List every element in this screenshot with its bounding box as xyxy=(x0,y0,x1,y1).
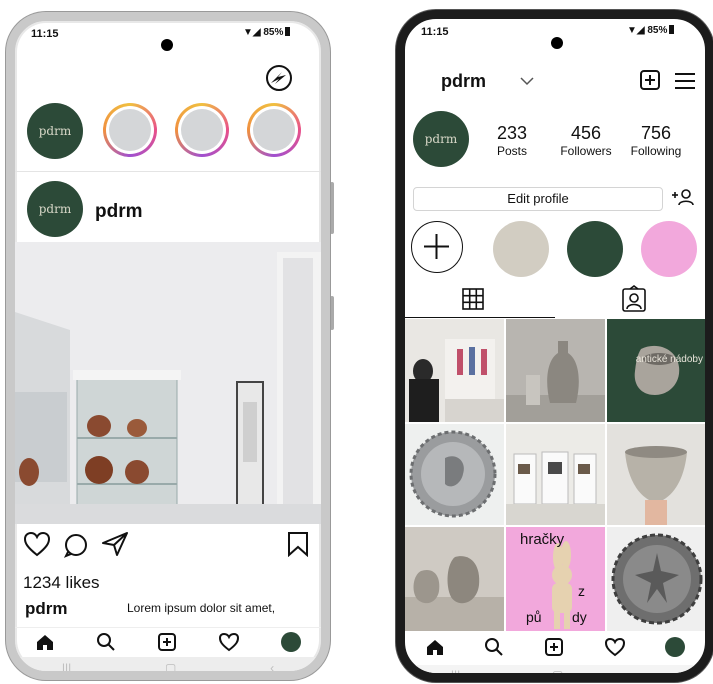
tab-underline xyxy=(405,317,555,318)
profile-avatar[interactable] xyxy=(665,637,686,657)
battery-icon xyxy=(669,25,675,34)
grid-post-8-title: hračky xyxy=(520,531,565,548)
post-image[interactable] xyxy=(15,242,321,524)
posts-label: Posts xyxy=(496,144,527,158)
status-time: 11:15 xyxy=(421,26,449,38)
profile-avatar[interactable] xyxy=(280,632,301,652)
new-highlight-button[interactable] xyxy=(411,221,463,273)
status-indicators: ▼◢ 85% xyxy=(243,27,291,38)
posts-count: 233 xyxy=(496,123,528,143)
story-avatar-own[interactable]: pdrm xyxy=(27,103,83,159)
front-camera xyxy=(161,39,173,51)
recent-apps-icon[interactable]: ||| xyxy=(62,661,71,671)
status-time: 11:15 xyxy=(31,28,59,40)
battery-percent: 85% xyxy=(647,25,668,36)
grid-post-5[interactable] xyxy=(506,424,605,525)
caption-text: Lorem ipsum dolor sit amet, xyxy=(127,601,276,615)
avatar-logo-text: pdrm xyxy=(38,202,72,216)
battery-icon xyxy=(285,27,291,36)
system-nav-bar: ||| ▢ ‹ xyxy=(15,657,321,671)
story-3[interactable] xyxy=(247,103,301,157)
following-stat[interactable]: 756 Following xyxy=(623,123,689,158)
volume-button xyxy=(330,182,334,234)
wifi-icon: ▼◢ xyxy=(627,25,645,36)
story-2[interactable] xyxy=(175,103,229,157)
add-post-icon[interactable] xyxy=(157,632,177,652)
grid-post-6[interactable] xyxy=(607,424,705,525)
avatar-logo-text: pdrm xyxy=(38,124,72,138)
home-button-icon[interactable]: ▢ xyxy=(552,668,563,673)
bookmark-icon[interactable] xyxy=(287,531,309,557)
home-icon[interactable] xyxy=(35,632,55,652)
system-nav-bar: ||| ▢ ‹ xyxy=(405,665,705,673)
bottom-nav xyxy=(15,627,321,656)
grid-post-7[interactable] xyxy=(405,527,504,631)
following-label: Following xyxy=(630,144,682,158)
search-icon[interactable] xyxy=(96,632,116,652)
add-post-icon[interactable] xyxy=(544,637,564,657)
status-indicators: ▼◢ 85% xyxy=(627,25,675,36)
avatar-logo-text: pdrm xyxy=(424,132,458,146)
grid-tab-icon[interactable] xyxy=(461,287,485,311)
recent-apps-icon[interactable]: ||| xyxy=(451,668,460,673)
divider xyxy=(15,171,321,172)
grid-post-1[interactable] xyxy=(405,319,504,422)
photo-grid: antické nádoby hračky z pů dy xyxy=(405,319,705,631)
grid-post-3-text: antické nádoby xyxy=(635,354,703,365)
profile-avatar-large[interactable]: pdrm xyxy=(413,111,469,167)
highlight-2[interactable] xyxy=(567,221,623,277)
search-icon[interactable] xyxy=(484,637,504,657)
right-phone: 11:15 ▼◢ 85% pdrm pdrm 233 Posts 456 Fol… xyxy=(396,10,713,682)
heart-icon[interactable] xyxy=(218,632,240,652)
battery-percent: 85% xyxy=(263,27,284,38)
followers-stat[interactable]: 456 Followers xyxy=(551,123,621,158)
grid-post-8[interactable]: hračky z pů dy xyxy=(506,527,605,631)
new-post-icon[interactable] xyxy=(639,69,661,91)
share-icon[interactable] xyxy=(101,531,129,557)
caption-username[interactable]: pdrm xyxy=(25,599,68,619)
like-heart-icon[interactable] xyxy=(23,531,51,557)
add-friend-icon[interactable] xyxy=(671,187,697,209)
back-icon[interactable]: ‹ xyxy=(270,661,274,671)
followers-label: Followers xyxy=(560,144,612,158)
home-button-icon[interactable]: ▢ xyxy=(165,661,176,671)
power-button xyxy=(330,296,334,330)
comment-icon[interactable] xyxy=(63,532,89,558)
chevron-down-icon[interactable] xyxy=(519,75,535,87)
messenger-icon[interactable] xyxy=(264,63,294,93)
grid-post-9[interactable] xyxy=(607,527,705,631)
menu-icon[interactable] xyxy=(673,71,697,91)
tagged-tab-icon[interactable] xyxy=(621,285,647,313)
wifi-icon: ▼◢ xyxy=(243,27,261,38)
highlight-1[interactable] xyxy=(493,221,549,277)
posts-stat[interactable]: 233 Posts xyxy=(487,123,537,158)
grid-post-8-pu: pů xyxy=(526,609,542,625)
profile-username[interactable]: pdrm xyxy=(441,71,486,92)
bottom-nav xyxy=(405,633,705,661)
following-count: 756 xyxy=(640,123,672,143)
grid-post-4[interactable] xyxy=(405,424,504,525)
edit-profile-button[interactable]: Edit profile xyxy=(413,187,663,211)
followers-count: 456 xyxy=(570,123,602,143)
back-icon[interactable]: ‹ xyxy=(655,668,659,673)
front-camera xyxy=(551,37,563,49)
highlight-3[interactable] xyxy=(641,221,697,277)
grid-post-2[interactable] xyxy=(506,319,605,422)
grid-post-3[interactable]: antické nádoby xyxy=(607,319,705,422)
grid-post-8-dy: dy xyxy=(572,609,587,625)
grid-post-8-z: z xyxy=(578,583,585,599)
likes-count[interactable]: 1234 likes xyxy=(23,573,100,593)
post-username[interactable]: pdrm xyxy=(95,201,143,223)
home-icon[interactable] xyxy=(425,637,445,657)
heart-icon[interactable] xyxy=(604,637,626,657)
story-1[interactable] xyxy=(103,103,157,157)
post-author-avatar[interactable]: pdrm xyxy=(27,181,83,237)
left-phone: 11:15 ▼◢ 85% pdrm pdrm pdrm 1234 likes p… xyxy=(6,12,330,680)
